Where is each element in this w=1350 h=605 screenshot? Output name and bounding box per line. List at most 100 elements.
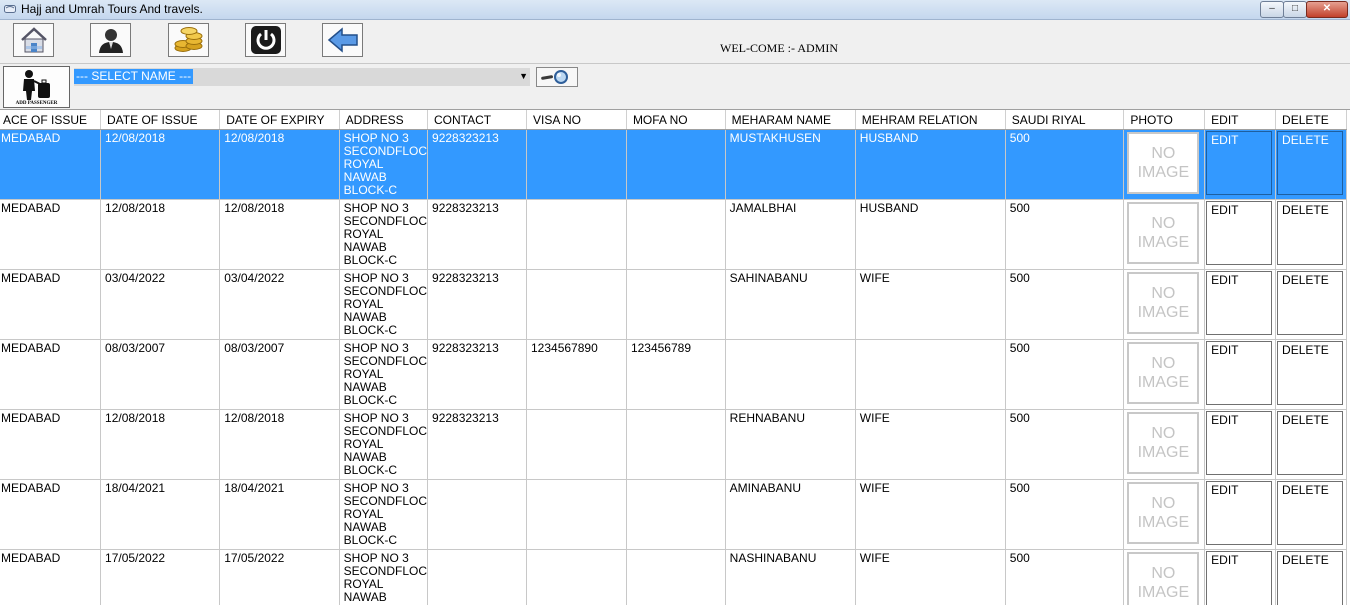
no-image-text: NO bbox=[1151, 494, 1175, 513]
saudi-riyal-cell: 500 bbox=[1005, 410, 1124, 480]
delete-cell: DELETE bbox=[1276, 410, 1347, 480]
payments-button[interactable] bbox=[168, 23, 209, 57]
table-row[interactable]: MEDABAD12/08/201812/08/2018SHOP NO 3 SEC… bbox=[0, 130, 1347, 200]
logout-button[interactable] bbox=[245, 23, 286, 57]
delete-button[interactable]: DELETE bbox=[1277, 341, 1343, 405]
title-bar: Hajj and Umrah Tours And travels. –□✕ bbox=[0, 0, 1350, 20]
date-of-issue-cell: 12/08/2018 bbox=[101, 200, 220, 270]
photo-cell: NOIMAGE bbox=[1124, 410, 1205, 480]
delete-button[interactable]: DELETE bbox=[1277, 271, 1343, 335]
col-contact-header[interactable]: CONTACT bbox=[428, 110, 527, 130]
visa-no-cell bbox=[527, 130, 627, 200]
date-of-expiry-cell: 17/05/2022 bbox=[220, 550, 339, 605]
window-title: Hajj and Umrah Tours And travels. bbox=[21, 2, 203, 16]
address-cell: SHOP NO 3 SECONDFLOC ROYAL NAWAB BLOCK-C bbox=[339, 410, 427, 480]
place-of-issue-cell: MEDABAD bbox=[0, 130, 101, 200]
table-row[interactable]: MEDABAD12/08/201812/08/2018SHOP NO 3 SEC… bbox=[0, 200, 1347, 270]
contact-cell bbox=[428, 480, 527, 550]
chevron-down-icon[interactable]: ▼ bbox=[519, 71, 528, 81]
mehram-relation-cell: WIFE bbox=[855, 270, 1005, 340]
photo-cell: NOIMAGE bbox=[1124, 200, 1205, 270]
address-cell: SHOP NO 3 SECONDFLOC ROYAL NAWAB BLOCK-C bbox=[339, 340, 427, 410]
meharam-name-cell bbox=[725, 340, 855, 410]
no-image-placeholder: NOIMAGE bbox=[1127, 132, 1199, 194]
col-saudi-riyal-header[interactable]: SAUDI RIYAL bbox=[1005, 110, 1124, 130]
minimize-button[interactable]: – bbox=[1260, 1, 1284, 18]
edit-button[interactable]: EDIT bbox=[1206, 201, 1272, 265]
delete-cell: DELETE bbox=[1276, 270, 1347, 340]
photo-cell: NOIMAGE bbox=[1124, 340, 1205, 410]
table-row[interactable]: MEDABAD08/03/200708/03/2007SHOP NO 3 SEC… bbox=[0, 340, 1347, 410]
date-of-issue-cell: 18/04/2021 bbox=[101, 480, 220, 550]
col-visa-no-header[interactable]: VISA NO bbox=[527, 110, 627, 130]
no-image-placeholder: NOIMAGE bbox=[1127, 482, 1199, 544]
edit-cell: EDIT bbox=[1205, 200, 1276, 270]
no-image-text: NO bbox=[1151, 144, 1175, 163]
home-button[interactable] bbox=[13, 23, 54, 57]
visa-no-cell bbox=[527, 480, 627, 550]
meharam-name-cell: NASHINABANU bbox=[725, 550, 855, 605]
col-date-of-expiry-header[interactable]: DATE OF EXPIRY bbox=[220, 110, 339, 130]
place-of-issue-cell: MEDABAD bbox=[0, 410, 101, 480]
saudi-riyal-cell: 500 bbox=[1005, 480, 1124, 550]
col-place-of-issue-header[interactable]: ACE OF ISSUE bbox=[0, 110, 101, 130]
col-photo-header[interactable]: PHOTO bbox=[1124, 110, 1205, 130]
no-image-placeholder: NOIMAGE bbox=[1127, 412, 1199, 474]
col-mofa-no-header[interactable]: MOFA NO bbox=[626, 110, 725, 130]
saudi-riyal-cell: 500 bbox=[1005, 130, 1124, 200]
date-of-issue-cell: 17/05/2022 bbox=[101, 550, 220, 605]
no-image-text: NO bbox=[1151, 354, 1175, 373]
no-image-text: NO bbox=[1151, 214, 1175, 233]
saudi-riyal-cell: 500 bbox=[1005, 550, 1124, 605]
col-mehram-relation-header[interactable]: MEHRAM RELATION bbox=[855, 110, 1005, 130]
close-button[interactable]: ✕ bbox=[1306, 1, 1348, 18]
edit-button[interactable]: EDIT bbox=[1206, 131, 1272, 195]
col-edit-header[interactable]: EDIT bbox=[1205, 110, 1276, 130]
mehram-relation-cell: HUSBAND bbox=[855, 200, 1005, 270]
photo-cell: NOIMAGE bbox=[1124, 480, 1205, 550]
add-passenger-caption: ADD PASSENGER bbox=[4, 101, 69, 106]
edit-button[interactable]: EDIT bbox=[1206, 481, 1272, 545]
no-image-text: IMAGE bbox=[1138, 233, 1190, 252]
edit-button[interactable]: EDIT bbox=[1206, 411, 1272, 475]
visa-no-cell bbox=[527, 550, 627, 605]
mehram-relation-cell: WIFE bbox=[855, 410, 1005, 480]
place-of-issue-cell: MEDABAD bbox=[0, 270, 101, 340]
mofa-no-cell bbox=[626, 270, 725, 340]
col-date-of-issue-header[interactable]: DATE OF ISSUE bbox=[101, 110, 220, 130]
delete-button[interactable]: DELETE bbox=[1277, 131, 1343, 195]
no-image-text: IMAGE bbox=[1138, 443, 1190, 462]
col-delete-header[interactable]: DELETE bbox=[1276, 110, 1347, 130]
table-row[interactable]: MEDABAD17/05/202217/05/2022SHOP NO 3 SEC… bbox=[0, 550, 1347, 605]
table-row[interactable]: MEDABAD12/08/201812/08/2018SHOP NO 3 SEC… bbox=[0, 410, 1347, 480]
col-meharam-name-header[interactable]: MEHARAM NAME bbox=[725, 110, 855, 130]
address-cell: SHOP NO 3 SECONDFLOC ROYAL NAWAB BLOCK-C bbox=[339, 200, 427, 270]
table-row[interactable]: MEDABAD03/04/202203/04/2022SHOP NO 3 SEC… bbox=[0, 270, 1347, 340]
no-image-placeholder: NOIMAGE bbox=[1127, 552, 1199, 605]
delete-cell: DELETE bbox=[1276, 340, 1347, 410]
edit-button[interactable]: EDIT bbox=[1206, 271, 1272, 335]
delete-button[interactable]: DELETE bbox=[1277, 551, 1343, 605]
date-of-issue-cell: 08/03/2007 bbox=[101, 340, 220, 410]
add-passenger-button[interactable]: ADD PASSENGER bbox=[3, 66, 70, 108]
back-button[interactable] bbox=[322, 23, 363, 57]
edit-button[interactable]: EDIT bbox=[1206, 341, 1272, 405]
meharam-name-cell: SAHINABANU bbox=[725, 270, 855, 340]
table-header: ACE OF ISSUEDATE OF ISSUEDATE OF EXPIRYA… bbox=[0, 110, 1347, 130]
user-button[interactable] bbox=[90, 23, 131, 57]
passenger-grid[interactable]: ACE OF ISSUEDATE OF ISSUEDATE OF EXPIRYA… bbox=[0, 109, 1350, 605]
name-select[interactable]: --- SELECT NAME --- ▼ bbox=[74, 68, 530, 86]
no-image-text: IMAGE bbox=[1138, 513, 1190, 532]
delete-button[interactable]: DELETE bbox=[1277, 411, 1343, 475]
table-row[interactable]: MEDABAD18/04/202118/04/2021SHOP NO 3 SEC… bbox=[0, 480, 1347, 550]
delete-button[interactable]: DELETE bbox=[1277, 201, 1343, 265]
edit-button[interactable]: EDIT bbox=[1206, 551, 1272, 605]
maximize-button[interactable]: □ bbox=[1283, 1, 1307, 18]
window-controls: –□✕ bbox=[1261, 1, 1348, 17]
welcome-label: WEL-COME :- ADMIN bbox=[720, 41, 838, 56]
col-address-header[interactable]: ADDRESS bbox=[339, 110, 427, 130]
delete-button[interactable]: DELETE bbox=[1277, 481, 1343, 545]
search-button[interactable] bbox=[536, 67, 578, 87]
address-cell: SHOP NO 3 SECONDFLOC ROYAL NAWAB BLOCK-C bbox=[339, 270, 427, 340]
home-icon bbox=[19, 26, 49, 54]
